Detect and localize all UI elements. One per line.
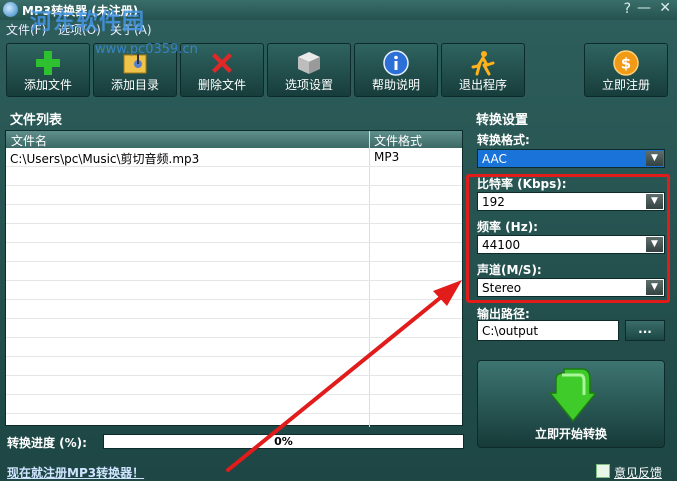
app-logo-icon (3, 2, 18, 17)
delete-icon (212, 53, 232, 73)
exit-label: 退出程序 (458, 78, 507, 92)
empty-row (6, 319, 462, 338)
empty-row (6, 357, 462, 376)
empty-row (6, 262, 462, 281)
add-file-icon (36, 51, 60, 75)
watermark-logo: 河东软件园 (30, 9, 146, 35)
file-list-header: 文件名 文件格式 (6, 131, 462, 148)
download-arrow-icon (550, 368, 596, 423)
add-folder-label: 添加目录 (110, 78, 159, 92)
empty-row (6, 376, 462, 395)
start-convert-button[interactable]: 立即开始转换 (477, 360, 665, 448)
output-path-value: C:\output (482, 324, 539, 338)
exit-button[interactable]: 退出程序 (441, 43, 525, 97)
progress-text: 0% (274, 435, 293, 448)
feedback-link[interactable]: 意见反馈 (614, 464, 662, 481)
table-row[interactable]: C:\Users\pc\Music\剪切音频.mp3 MP3 (6, 148, 462, 167)
svg-text:$: $ (621, 55, 631, 73)
column-filename[interactable]: 文件名 (11, 132, 47, 149)
app-window: MP3转换器 (未注册) ? — ✕ 文件(F) 选项(O) 关于(A) 添加文… (0, 0, 677, 481)
empty-row (6, 243, 462, 262)
file-list[interactable]: 文件名 文件格式 C:\Users\pc\Music\剪切音频.mp3 MP3 (5, 130, 463, 427)
filelist-title: 文件列表 (10, 113, 63, 128)
empty-row (6, 205, 462, 224)
minimize-button[interactable]: — (637, 0, 651, 16)
column-format[interactable]: 文件格式 (374, 132, 422, 149)
options-settings-label: 选项设置 (284, 78, 333, 92)
help-button[interactable]: 帮助说明 (354, 43, 438, 97)
empty-row (6, 338, 462, 357)
settings-title: 转换设置 (476, 113, 529, 128)
info-icon (383, 50, 409, 76)
browse-button[interactable]: ... (625, 320, 665, 341)
register-now-button[interactable]: $ 立即注册 (584, 43, 668, 97)
empty-row (6, 224, 462, 243)
empty-row (6, 167, 462, 186)
format-select[interactable]: AAC ▼ (477, 149, 665, 168)
add-file-label: 添加文件 (23, 78, 72, 92)
register-link[interactable]: 现在就注册MP3转换器！ (7, 464, 144, 481)
cell-filename: C:\Users\pc\Music\剪切音频.mp3 (10, 152, 200, 166)
close-button[interactable]: ✕ (659, 0, 671, 16)
help-label: 帮助说明 (371, 78, 420, 92)
empty-row (6, 186, 462, 205)
output-path-input[interactable]: C:\output (477, 320, 619, 341)
empty-row (6, 395, 462, 414)
watermark-url: www.pc0359.cn (95, 42, 198, 57)
exit-runner-icon (471, 51, 495, 76)
chevron-down-icon[interactable]: ▼ (646, 151, 663, 166)
add-file-button[interactable]: 添加文件 (6, 43, 90, 97)
checkmark-icon (596, 464, 610, 478)
progress-label: 转换进度 (%): (7, 436, 87, 450)
delete-file-label: 删除文件 (197, 78, 246, 92)
settings-cube-icon (298, 52, 320, 74)
dollar-coin-icon: $ (613, 50, 639, 76)
format-value: AAC (482, 152, 507, 166)
help-icon[interactable]: ? (624, 1, 631, 17)
format-label: 转换格式: (477, 133, 530, 147)
highlight-annotation-box (466, 174, 670, 303)
progress-bar: 0% (103, 434, 464, 449)
empty-row (6, 281, 462, 300)
options-settings-button[interactable]: 选项设置 (267, 43, 351, 97)
cell-format: MP3 (374, 150, 400, 164)
start-convert-label: 立即开始转换 (534, 427, 607, 441)
register-now-label: 立即注册 (601, 78, 650, 92)
empty-row (6, 300, 462, 319)
